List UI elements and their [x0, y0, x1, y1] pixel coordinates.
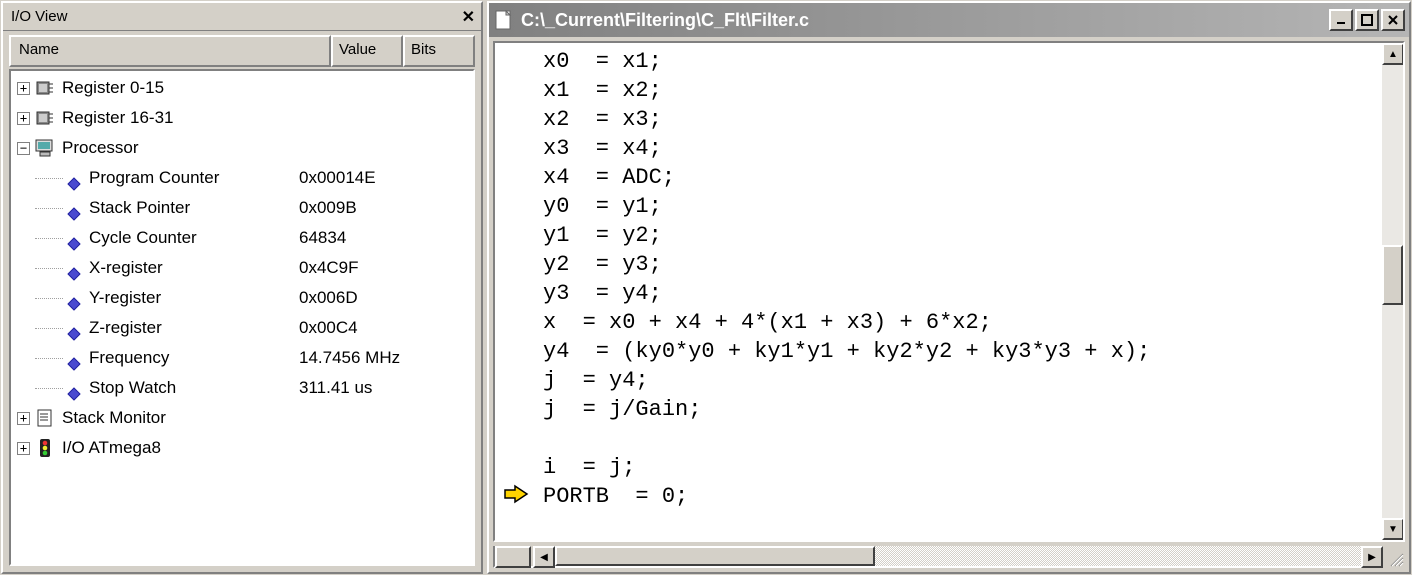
expander-plus-icon[interactable]: +: [17, 82, 30, 95]
tree-value: 0x4C9F: [299, 253, 473, 283]
register-dot-icon: [67, 351, 81, 365]
register-dot-icon: [67, 231, 81, 245]
register-dot-icon: [67, 381, 81, 395]
tree-value: 0x00014E: [299, 163, 473, 193]
code-editor-titlebar[interactable]: C:\_Current\Filtering\C_Flt\Filter.c: [489, 3, 1409, 37]
code-text-area[interactable]: x0 = x1; x1 = x2; x2 = x3; x3 = x4; x4 =…: [535, 43, 1381, 540]
chip-icon: [34, 78, 56, 98]
chip-icon: [34, 108, 56, 128]
splitter-handle[interactable]: [495, 546, 531, 568]
maximize-button[interactable]: [1355, 9, 1379, 31]
tree-item-stop-watch[interactable]: Stop Watch 311.41 us: [11, 373, 473, 403]
expander-minus-icon[interactable]: −: [17, 142, 30, 155]
io-view-tree[interactable]: + Register 0-15 + Register 16-31 − Proce…: [9, 69, 475, 566]
tree-item-y-register[interactable]: Y-register 0x006D: [11, 283, 473, 313]
tree-value: 0x009B: [299, 193, 473, 223]
tree-label: Program Counter: [89, 163, 299, 193]
tree-label: X-register: [89, 253, 299, 283]
scroll-track[interactable]: [555, 546, 1361, 566]
scroll-right-button[interactable]: ▶: [1361, 546, 1383, 568]
scroll-thumb[interactable]: [1382, 245, 1403, 305]
tree-label: Y-register: [89, 283, 299, 313]
io-view-column-headers: Name Value Bits: [9, 35, 475, 67]
tree-value: 64834: [299, 223, 473, 253]
tree-label: Register 16-31: [62, 103, 174, 133]
tree-label: Stop Watch: [89, 373, 299, 403]
tree-value: 311.41 us: [299, 373, 473, 403]
code-editor-body[interactable]: x0 = x1; x1 = x2; x2 = x3; x3 = x4; x4 =…: [493, 41, 1405, 542]
traffic-light-icon: [34, 438, 56, 458]
register-dot-icon: [67, 201, 81, 215]
close-button[interactable]: [1381, 9, 1405, 31]
io-view-title: I/O View: [11, 8, 462, 25]
io-view-panel: I/O View ✕ Name Value Bits + Register 0-…: [1, 1, 483, 574]
tree-item-processor[interactable]: − Processor: [11, 133, 473, 163]
tree-label: Z-register: [89, 313, 299, 343]
tree-label: Register 0-15: [62, 73, 164, 103]
expander-plus-icon[interactable]: +: [17, 112, 30, 125]
register-dot-icon: [67, 291, 81, 305]
column-header-value[interactable]: Value: [331, 35, 403, 67]
tree-value: 14.7456 MHz: [299, 343, 473, 373]
tree-label: Processor: [62, 133, 139, 163]
code-editor-title: C:\_Current\Filtering\C_Flt\Filter.c: [521, 10, 1327, 31]
tree-item-io-atmega8[interactable]: + I/O ATmega8: [11, 433, 473, 463]
column-header-bits[interactable]: Bits: [403, 35, 475, 67]
code-editor-window: C:\_Current\Filtering\C_Flt\Filter.c x0 …: [487, 1, 1411, 574]
tree-value: 0x006D: [299, 283, 473, 313]
scroll-thumb[interactable]: [555, 546, 875, 566]
expander-plus-icon[interactable]: +: [17, 442, 30, 455]
close-icon[interactable]: ✕: [462, 7, 475, 27]
tree-item-x-register[interactable]: X-register 0x4C9F: [11, 253, 473, 283]
tree-item-frequency[interactable]: Frequency 14.7456 MHz: [11, 343, 473, 373]
scroll-down-button[interactable]: ▼: [1382, 518, 1404, 540]
document-icon: [34, 408, 56, 428]
tree-label: Stack Pointer: [89, 193, 299, 223]
code-gutter: [495, 43, 535, 540]
tree-label: Cycle Counter: [89, 223, 299, 253]
tree-label: Stack Monitor: [62, 403, 166, 433]
register-dot-icon: [67, 321, 81, 335]
expander-plus-icon[interactable]: +: [17, 412, 30, 425]
execution-pointer-icon: [503, 484, 529, 504]
tree-item-cycle-counter[interactable]: Cycle Counter 64834: [11, 223, 473, 253]
scroll-track[interactable]: [1382, 65, 1403, 518]
tree-item-stack-monitor[interactable]: + Stack Monitor: [11, 403, 473, 433]
tree-label: I/O ATmega8: [62, 433, 161, 463]
minimize-button[interactable]: [1329, 9, 1353, 31]
tree-value: 0x00C4: [299, 313, 473, 343]
register-dot-icon: [67, 171, 81, 185]
scroll-left-button[interactable]: ◀: [533, 546, 555, 568]
tree-item-program-counter[interactable]: Program Counter 0x00014E: [11, 163, 473, 193]
tree-item-z-register[interactable]: Z-register 0x00C4: [11, 313, 473, 343]
computer-icon: [34, 138, 56, 158]
io-view-titlebar: I/O View ✕: [3, 3, 481, 31]
scroll-up-button[interactable]: ▲: [1382, 43, 1404, 65]
vertical-scrollbar[interactable]: ▲ ▼: [1381, 43, 1403, 540]
register-dot-icon: [67, 261, 81, 275]
tree-item-register-16-31[interactable]: + Register 16-31: [11, 103, 473, 133]
horizontal-scrollbar[interactable]: ◀ ▶: [493, 546, 1405, 568]
file-icon: [495, 10, 515, 30]
tree-item-stack-pointer[interactable]: Stack Pointer 0x009B: [11, 193, 473, 223]
tree-label: Frequency: [89, 343, 299, 373]
tree-item-register-0-15[interactable]: + Register 0-15: [11, 73, 473, 103]
column-header-name[interactable]: Name: [9, 35, 331, 67]
resize-grip-icon[interactable]: [1383, 546, 1405, 568]
